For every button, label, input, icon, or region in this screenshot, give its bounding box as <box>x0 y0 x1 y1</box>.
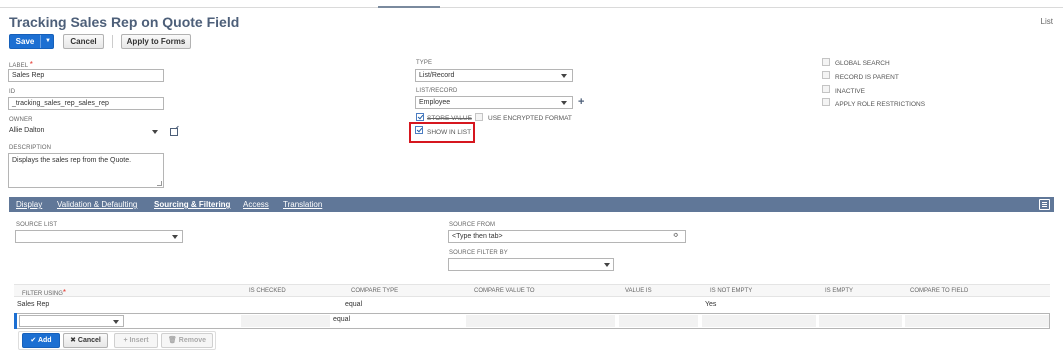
add-filter-button[interactable]: ✔ Add <box>22 333 60 348</box>
tab-display[interactable]: Display <box>16 200 42 209</box>
cancel-button[interactable]: Cancel <box>63 34 104 49</box>
close-icon: ✖ <box>70 337 76 344</box>
col-filter-using: FILTER USING* <box>22 288 67 297</box>
tab-sourcing-filtering[interactable]: Sourcing & Filtering <box>154 200 230 209</box>
edit-owner-icon[interactable] <box>170 128 178 136</box>
list-link[interactable]: List <box>1041 17 1053 26</box>
filter-using-select[interactable] <box>19 315 124 327</box>
table-row[interactable]: Sales Rep equal Yes <box>14 298 1050 312</box>
col-compare-value-to: COMPARE VALUE TO <box>474 288 535 294</box>
page-title: Tracking Sales Rep on Quote Field <box>9 14 240 30</box>
save-menu-chevron-down-icon[interactable]: ▼ <box>42 35 54 48</box>
value-is-cell[interactable] <box>618 315 698 327</box>
owner-value: Allie Dalton <box>9 127 45 134</box>
save-button[interactable]: Save ▼ <box>9 34 54 49</box>
header-accent <box>378 6 440 8</box>
is-checked-cell[interactable] <box>240 315 330 327</box>
apply-role-restrictions-label: APPLY ROLE RESTRICTIONS <box>835 101 926 108</box>
record-is-parent-label: RECORD IS PARENT <box>835 74 899 81</box>
global-search-checkbox[interactable] <box>822 58 830 66</box>
global-search-label: GLOBAL SEARCH <box>835 60 890 67</box>
compare-to-field-cell[interactable] <box>904 315 1049 327</box>
toolbar-divider <box>112 35 113 48</box>
add-list-record-icon[interactable]: + <box>578 96 584 108</box>
list-record-value: Employee <box>419 99 451 106</box>
is-not-empty-cell[interactable] <box>701 315 816 327</box>
insert-filter-button[interactable]: + Insert <box>114 333 158 348</box>
compare-type-cell[interactable]: equal <box>333 316 350 323</box>
insert-plus-icon: + <box>123 337 128 344</box>
compare-value-to-cell[interactable] <box>465 315 615 327</box>
tab-access[interactable]: Access <box>243 200 269 209</box>
cell-filter-using: Sales Rep <box>17 301 50 308</box>
cell-compare-type: equal <box>345 301 363 308</box>
new-filter-row[interactable]: equal <box>14 313 1050 329</box>
type-select[interactable]: List/Record <box>415 69 573 82</box>
resize-grip-icon[interactable] <box>157 181 162 186</box>
description-value: Displays the sales rep from the Quote. <box>12 157 132 164</box>
id-field-label: ID <box>9 89 16 95</box>
type-value: List/Record <box>419 72 455 79</box>
type-field-label: TYPE <box>416 60 433 66</box>
source-filter-by-select[interactable] <box>448 258 614 271</box>
inactive-checkbox[interactable] <box>822 85 830 93</box>
tab-validation-defaulting[interactable]: Validation & Defaulting <box>57 200 137 209</box>
type-chevron-down-icon[interactable] <box>561 74 567 78</box>
list-record-select[interactable]: Employee <box>415 96 573 109</box>
active-row-indicator <box>14 313 17 329</box>
source-list-label: SOURCE LIST <box>16 222 58 228</box>
col-value-is: VALUE IS <box>625 288 652 294</box>
filter-grid-header: FILTER USING* IS CHECKED COMPARE TYPE CO… <box>14 284 1050 297</box>
source-filter-by-label: SOURCE FILTER BY <box>449 250 508 256</box>
list-record-field-label: LIST/RECORD <box>416 88 458 94</box>
source-from-select[interactable]: <Type then tab> <box>448 230 686 243</box>
filter-using-chevron-down-icon[interactable] <box>113 320 119 324</box>
store-value-checkbox[interactable] <box>416 113 424 121</box>
id-input[interactable]: _tracking_sales_rep_sales_rep <box>8 97 164 110</box>
top-border <box>0 0 1063 8</box>
list-record-chevron-down-icon[interactable] <box>561 101 567 105</box>
source-from-updown-icon[interactable]: ≎ <box>673 231 679 239</box>
record-is-parent-checkbox[interactable] <box>822 71 830 79</box>
store-value-label: STORE VALUE <box>427 115 472 122</box>
description-field-label: DESCRIPTION <box>9 145 52 151</box>
description-textarea[interactable]: Displays the sales rep from the Quote. <box>8 153 164 188</box>
source-list-select[interactable] <box>15 230 183 243</box>
owner-select[interactable]: Allie Dalton <box>8 125 164 138</box>
use-encrypted-checkbox[interactable] <box>475 113 483 121</box>
list-view-icon[interactable] <box>1039 199 1050 210</box>
subtab-bar: Display Validation & Defaulting Sourcing… <box>9 197 1054 212</box>
col-compare-to-field: COMPARE TO FIELD <box>910 288 969 294</box>
inactive-label: INACTIVE <box>835 88 865 95</box>
show-in-list-label: SHOW IN LIST <box>427 129 472 136</box>
show-in-list-checkbox[interactable] <box>415 126 423 134</box>
cell-is-not-empty: Yes <box>705 301 717 308</box>
source-list-chevron-down-icon[interactable] <box>172 235 178 239</box>
cancel-filter-button[interactable]: ✖ Cancel <box>63 333 108 348</box>
source-filter-by-chevron-down-icon[interactable] <box>604 263 610 267</box>
col-is-not-empty: IS NOT EMPTY <box>710 288 753 294</box>
label-field-label: LABEL * <box>9 60 33 69</box>
remove-filter-button[interactable]: 🗑 Remove <box>161 333 213 348</box>
owner-chevron-down-icon[interactable] <box>152 130 158 134</box>
owner-field-label: OWNER <box>9 117 33 123</box>
use-encrypted-label: USE ENCRYPTED FORMAT <box>488 115 572 122</box>
is-empty-cell[interactable] <box>818 315 902 327</box>
label-input[interactable]: Sales Rep <box>8 69 164 82</box>
apply-to-forms-button[interactable]: Apply to Forms <box>121 34 191 49</box>
save-button-label[interactable]: Save <box>10 35 41 48</box>
col-is-checked: IS CHECKED <box>249 288 286 294</box>
col-compare-type: COMPARE TYPE <box>351 288 399 294</box>
check-icon: ✔ <box>30 337 37 344</box>
tab-translation[interactable]: Translation <box>283 200 322 209</box>
source-from-label: SOURCE FROM <box>449 222 496 228</box>
trash-icon: 🗑 <box>167 337 177 344</box>
col-is-empty: IS EMPTY <box>825 288 854 294</box>
apply-role-restrictions-checkbox[interactable] <box>822 98 830 106</box>
